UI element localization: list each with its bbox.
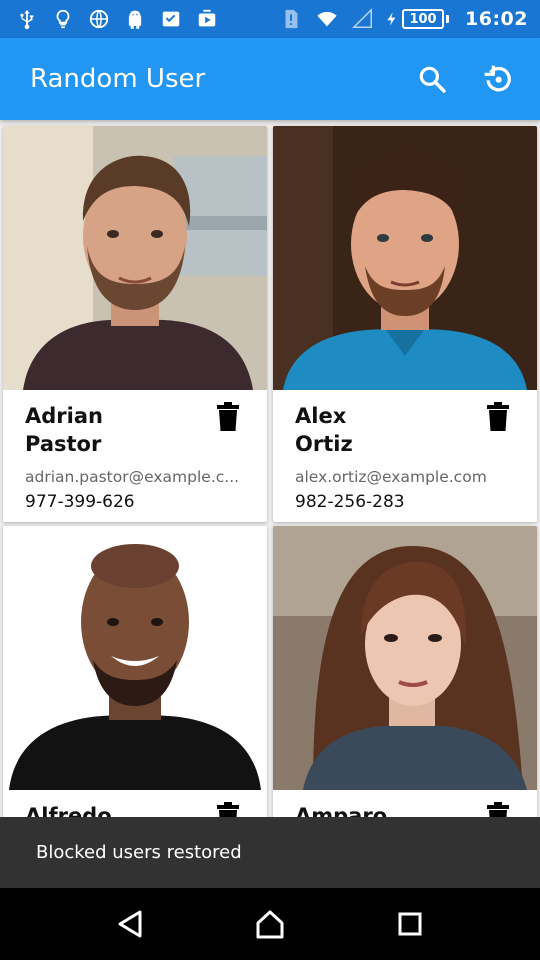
user-name: Adrian Pastor xyxy=(25,402,185,458)
charging-icon xyxy=(384,8,400,30)
delete-button[interactable] xyxy=(485,402,511,432)
bulb-icon xyxy=(52,8,74,30)
delete-button[interactable] xyxy=(215,802,241,817)
alert-sim-icon xyxy=(280,8,302,30)
user-card[interactable]: Alex Ortiz alex.ortiz@example.com 982-25… xyxy=(273,126,537,522)
back-button[interactable] xyxy=(100,894,160,954)
user-first-name: Amparo xyxy=(295,804,388,817)
trash-icon xyxy=(487,802,509,817)
user-name: Alfredo xyxy=(25,802,185,817)
user-name: Alex Ortiz xyxy=(295,402,455,458)
user-photo xyxy=(273,126,537,390)
user-photo xyxy=(3,526,267,790)
battery-tip xyxy=(446,15,450,23)
delete-button[interactable] xyxy=(485,802,511,817)
inbox-check-icon xyxy=(160,8,182,30)
user-first-name: Alex xyxy=(295,404,347,428)
battery-indicator: 100 xyxy=(384,8,450,30)
user-email: adrian.pastor@example.c... xyxy=(25,468,240,486)
user-photo xyxy=(3,126,267,390)
user-card-body: Amparo xyxy=(273,790,537,817)
status-bar: 100 16:02 xyxy=(0,0,540,38)
user-card-body: Adrian Pastor adrian.pastor@example.c...… xyxy=(3,390,267,522)
snackbar: Blocked users restored xyxy=(0,817,540,888)
user-first-name: Adrian xyxy=(25,404,103,428)
app-title: Random User xyxy=(30,64,206,94)
back-icon xyxy=(118,910,142,938)
clock: 16:02 xyxy=(465,8,528,30)
signal-icon xyxy=(352,8,374,30)
navigation-bar xyxy=(0,888,540,960)
search-icon xyxy=(419,66,446,93)
user-photo xyxy=(273,526,537,790)
user-card[interactable]: Amparo xyxy=(273,526,537,817)
globe-icon xyxy=(88,8,110,30)
user-last-name: Pastor xyxy=(25,432,102,456)
media-icon xyxy=(196,8,218,30)
user-email: alex.ortiz@example.com xyxy=(295,468,487,486)
app-bar: Random User xyxy=(0,38,540,120)
user-card[interactable]: Alfredo xyxy=(3,526,267,817)
user-first-name: Alfredo xyxy=(25,804,112,817)
trash-icon xyxy=(487,402,509,431)
restore-icon xyxy=(484,65,511,92)
user-card-body: Alfredo xyxy=(3,790,267,817)
user-name: Amparo xyxy=(295,802,455,817)
system-icons: 100 16:02 xyxy=(280,8,540,30)
recents-icon xyxy=(398,912,422,936)
battery-level: 100 xyxy=(402,9,445,29)
home-button[interactable] xyxy=(240,894,300,954)
user-card[interactable]: Adrian Pastor adrian.pastor@example.c...… xyxy=(3,126,267,522)
user-last-name: Ortiz xyxy=(295,432,353,456)
wifi-icon xyxy=(312,8,342,30)
delete-button[interactable] xyxy=(215,402,241,432)
search-button[interactable] xyxy=(404,51,460,107)
recents-button[interactable] xyxy=(380,894,440,954)
user-card-body: Alex Ortiz alex.ortiz@example.com 982-25… xyxy=(273,390,537,522)
trash-icon xyxy=(217,802,239,817)
trash-icon xyxy=(217,402,239,431)
android-icon xyxy=(124,8,146,30)
usb-icon xyxy=(16,8,38,30)
home-icon xyxy=(256,910,284,939)
user-phone: 982-256-283 xyxy=(295,492,405,512)
user-phone: 977-399-626 xyxy=(25,492,135,512)
user-grid: Adrian Pastor adrian.pastor@example.c...… xyxy=(0,120,540,817)
snackbar-message: Blocked users restored xyxy=(36,842,242,863)
notification-icons xyxy=(0,8,218,30)
restore-button[interactable] xyxy=(470,51,526,107)
